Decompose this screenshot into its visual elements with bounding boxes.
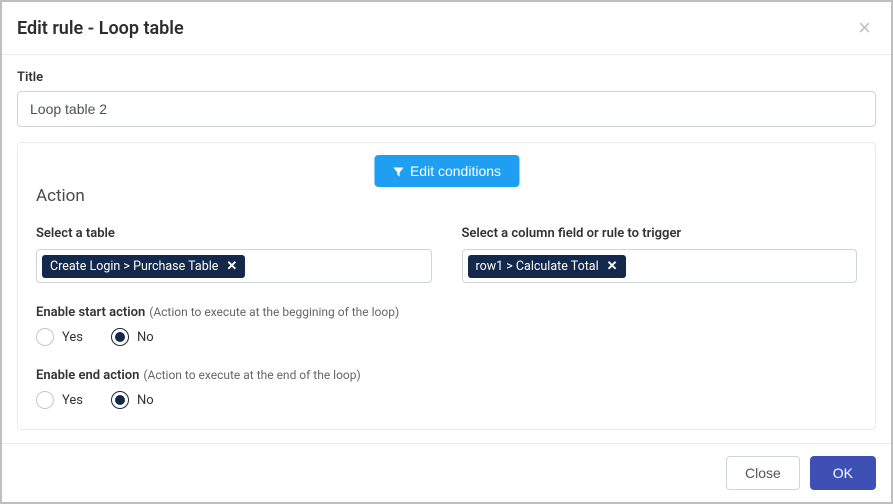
modal-footer: Close OK — [2, 443, 891, 502]
action-panel: Edit conditions Action Select a table Cr… — [17, 142, 876, 430]
radio-icon — [111, 328, 129, 346]
modal-dialog: Edit rule - Loop table × Title Edit cond… — [0, 0, 893, 504]
table-select-label: Select a table — [36, 226, 432, 241]
trigger-token-text: row1 > Calculate Total — [476, 259, 599, 274]
start-action-row: Enable start action (Action to execute a… — [36, 301, 857, 346]
remove-icon[interactable]: ✕ — [607, 259, 618, 274]
start-action-no-label: No — [137, 330, 154, 345]
radio-icon — [111, 391, 129, 409]
edit-conditions-label: Edit conditions — [410, 163, 501, 179]
edit-conditions-button[interactable]: Edit conditions — [374, 155, 519, 187]
close-button[interactable]: Close — [726, 456, 800, 490]
trigger-select-col: Select a column field or rule to trigger… — [462, 226, 858, 283]
radio-icon — [36, 391, 54, 409]
start-action-yes-radio[interactable]: Yes — [36, 328, 83, 346]
end-action-label: Enable end action — [36, 368, 139, 383]
trigger-select-input[interactable]: row1 > Calculate Total ✕ — [462, 249, 858, 283]
close-icon[interactable]: × — [858, 17, 871, 39]
modal-title: Edit rule - Loop table — [17, 18, 184, 39]
table-token: Create Login > Purchase Table ✕ — [42, 255, 245, 278]
modal-header: Edit rule - Loop table × — [2, 2, 891, 55]
title-input[interactable] — [17, 91, 876, 127]
end-action-yes-radio[interactable]: Yes — [36, 391, 83, 409]
start-action-label: Enable start action — [36, 305, 145, 320]
end-action-row: Enable end action (Action to execute at … — [36, 364, 857, 409]
end-action-no-label: No — [137, 393, 154, 408]
start-action-hint: (Action to execute at the beggining of t… — [149, 305, 399, 319]
end-action-hint: (Action to execute at the end of the loo… — [143, 368, 360, 382]
table-select-input[interactable]: Create Login > Purchase Table ✕ — [36, 249, 432, 283]
trigger-select-label: Select a column field or rule to trigger — [462, 226, 858, 241]
ok-button[interactable]: OK — [810, 456, 876, 490]
action-heading: Action — [36, 186, 857, 206]
remove-icon[interactable]: ✕ — [226, 259, 237, 274]
title-label: Title — [17, 70, 876, 85]
radio-icon — [36, 328, 54, 346]
filter-icon — [392, 165, 404, 177]
start-action-no-radio[interactable]: No — [111, 328, 154, 346]
table-select-col: Select a table Create Login > Purchase T… — [36, 226, 432, 283]
table-token-text: Create Login > Purchase Table — [50, 259, 218, 274]
end-action-yes-label: Yes — [62, 393, 83, 408]
start-action-yes-label: Yes — [62, 330, 83, 345]
trigger-token: row1 > Calculate Total ✕ — [468, 255, 626, 278]
end-action-no-radio[interactable]: No — [111, 391, 154, 409]
modal-body: Title Edit conditions Action Select a ta… — [2, 55, 891, 443]
